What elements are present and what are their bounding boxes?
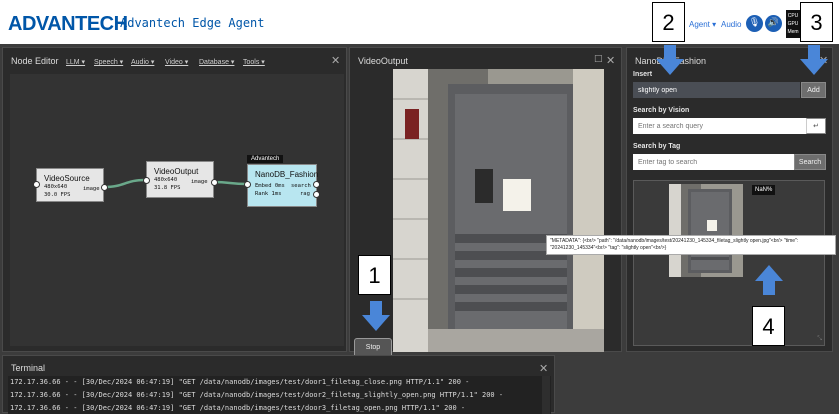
node-editor-title: Node Editor [11, 56, 59, 66]
result-image [669, 184, 743, 277]
gpu-label: GPU [787, 21, 799, 27]
insert-tag-input[interactable] [633, 82, 800, 98]
search-vision-input[interactable] [633, 118, 806, 134]
insert-label: Insert [633, 71, 653, 78]
output-label: image [191, 179, 208, 185]
node-rank-time: Rank 1ms [255, 191, 282, 197]
terminal-line: 172.17.36.66 - - [30/Dec/2024 06:47:19] … [10, 378, 470, 386]
annotation-label-1: 1 [358, 255, 391, 295]
search-vision-label: Search by Vision [633, 107, 690, 114]
menu-video[interactable]: Video ▾ [165, 58, 188, 66]
annotation-label-3: 3 [800, 2, 833, 42]
output-search-label: search [291, 183, 311, 189]
mem-label: Mem [787, 29, 799, 35]
output-port[interactable] [211, 179, 218, 186]
app-header: ADVANTECH Advantech Edge Agent Agent ▾ A… [0, 0, 839, 44]
enter-icon[interactable]: ↵ [806, 118, 826, 134]
node-title: NanoDB_Fashion [255, 170, 319, 179]
menu-database[interactable]: Database ▾ [199, 58, 234, 66]
video-frame [393, 69, 604, 352]
search-button[interactable]: Search [794, 154, 826, 170]
output-rag-label: rag [300, 191, 310, 197]
input-port[interactable] [33, 181, 40, 188]
close-icon[interactable]: ✕ [331, 54, 340, 67]
terminal-scrollbar[interactable] [542, 376, 550, 414]
output-label: image [83, 186, 100, 192]
node-embed-time: Embed 0ms [255, 183, 285, 189]
node-title: VideoOutput [154, 167, 199, 176]
add-button[interactable]: Add [801, 82, 826, 98]
advantech-logo: ADVANTECH [8, 13, 128, 35]
microphone-icon[interactable]: 🎙 [746, 15, 763, 32]
terminal-line: 172.17.36.66 - - [30/Dec/2024 06:47:19] … [10, 391, 504, 399]
search-results: NaN% ⤡ [633, 180, 825, 346]
app-title: Advantech Edge Agent [120, 16, 265, 30]
metadata-tooltip: "METADATA": {<br/> "path": "/data/nanodb… [546, 235, 836, 255]
node-resolution: 480x640 [44, 184, 68, 190]
node-video-output[interactable]: VideoOutput 480x640 31.8 FPS image [143, 161, 218, 198]
audio-label: Audio [721, 20, 742, 29]
cpu-label: CPU [787, 13, 799, 19]
close-icon[interactable]: ✕ [606, 54, 615, 67]
up-arrow-icon [755, 265, 783, 295]
similarity-badge: NaN% [752, 185, 776, 195]
close-icon[interactable]: ✕ [539, 362, 548, 375]
terminal-title: Terminal [11, 363, 46, 373]
annotation-label-4: 4 [752, 306, 785, 346]
node-canvas[interactable] [10, 74, 344, 346]
input-port[interactable] [143, 177, 150, 184]
search-tag-input[interactable] [633, 154, 794, 170]
search-port[interactable] [313, 181, 320, 188]
speaker-icon[interactable]: 🔊 [765, 15, 782, 32]
node-resolution: 480x640 [154, 177, 178, 183]
terminal-line: 172.17.36.66 - - [30/Dec/2024 06:47:19] … [10, 404, 466, 412]
annotation-label-2: 2 [652, 2, 685, 42]
menu-tools[interactable]: Tools ▾ [243, 58, 265, 66]
node-fps: 31.8 FPS [154, 185, 181, 191]
maximize-icon[interactable]: □ [594, 54, 603, 64]
node-fps: 30.0 FPS [44, 192, 71, 198]
menu-audio[interactable]: Audio ▾ [131, 58, 154, 66]
menu-llm[interactable]: LLM ▾ [66, 58, 85, 66]
node-video-source[interactable]: VideoSource 480x640 30.0 FPS image [33, 168, 108, 202]
system-stats: CPU GPU Mem [786, 10, 800, 38]
menu-speech[interactable]: Speech ▾ [94, 58, 123, 66]
down-arrow-icon [656, 45, 684, 75]
video-output-title: VideoOutput [358, 56, 408, 66]
node-title: VideoSource [44, 174, 90, 183]
output-port[interactable] [101, 184, 108, 191]
input-port[interactable] [244, 181, 251, 188]
down-arrow-icon [800, 45, 828, 75]
node-nanodb-fashion[interactable]: NanoDB_Fashion Embed 0ms Rank 1ms search… [244, 164, 320, 207]
resize-handle-icon[interactable]: ⤡ [817, 335, 822, 343]
node-tag: Advantech [247, 155, 284, 163]
video-image [393, 69, 604, 352]
rag-port[interactable] [313, 191, 320, 198]
down-arrow-icon [362, 301, 390, 331]
agent-menu[interactable]: Agent ▾ [689, 20, 716, 29]
search-tag-label: Search by Tag [633, 143, 681, 150]
result-thumbnail[interactable] [669, 184, 743, 277]
